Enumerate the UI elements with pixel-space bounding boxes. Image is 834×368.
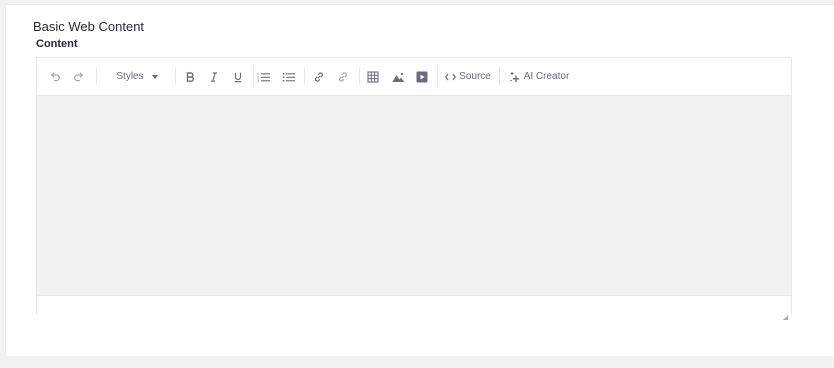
table-icon xyxy=(367,70,379,83)
redo-button[interactable] xyxy=(71,58,87,95)
ai-sparkle-icon xyxy=(509,71,521,83)
italic-button[interactable] xyxy=(206,58,222,95)
underline-icon xyxy=(232,71,244,83)
unlink-button[interactable] xyxy=(335,58,351,95)
styles-dropdown-label: Styles xyxy=(116,71,144,82)
resize-grip-icon[interactable] xyxy=(783,307,788,320)
underline-button[interactable] xyxy=(230,58,246,95)
bold-button[interactable] xyxy=(182,58,198,95)
table-button[interactable] xyxy=(365,58,381,95)
rich-text-editor: Styles 123 Source AI Creator xyxy=(36,57,792,320)
undo-icon xyxy=(49,71,61,83)
section-title: Basic Web Content xyxy=(33,19,145,34)
bulleted-list-icon xyxy=(282,71,296,83)
caret-down-icon xyxy=(151,74,158,79)
undo-button[interactable] xyxy=(47,58,63,95)
ai-creator-button-label: AI Creator xyxy=(523,71,570,82)
redo-icon xyxy=(73,71,85,83)
page-bottom-strip xyxy=(0,356,834,368)
bold-icon xyxy=(184,71,196,83)
italic-icon xyxy=(208,71,220,83)
toolbar-separator xyxy=(175,67,176,85)
numbered-list-icon: 123 xyxy=(257,71,271,83)
editor-content-area[interactable] xyxy=(37,96,791,295)
ai-creator-button[interactable]: AI Creator xyxy=(507,58,571,95)
numbered-list-button[interactable]: 123 xyxy=(256,58,272,95)
image-icon xyxy=(392,71,405,83)
image-button[interactable] xyxy=(390,58,406,95)
styles-dropdown[interactable]: Styles xyxy=(109,58,165,95)
link-button[interactable] xyxy=(311,58,327,95)
toolbar-separator xyxy=(437,67,438,85)
video-button[interactable] xyxy=(414,58,430,95)
link-icon xyxy=(313,71,325,83)
video-icon xyxy=(416,71,428,83)
source-button-label: Source xyxy=(459,71,491,82)
source-button[interactable]: Source xyxy=(443,58,493,95)
svg-text:3: 3 xyxy=(257,79,259,83)
toolbar-separator xyxy=(96,67,97,85)
bulleted-list-button[interactable] xyxy=(281,58,297,95)
unlink-icon xyxy=(337,71,349,83)
editor-status-bar xyxy=(37,295,791,320)
toolbar-separator xyxy=(359,67,360,85)
editor-toolbar: Styles 123 Source AI Creator xyxy=(37,58,791,96)
toolbar-separator xyxy=(304,67,305,85)
toolbar-separator xyxy=(253,67,254,85)
content-field-label: Content xyxy=(36,38,78,50)
toolbar-separator xyxy=(499,67,500,85)
source-code-icon xyxy=(445,73,457,81)
